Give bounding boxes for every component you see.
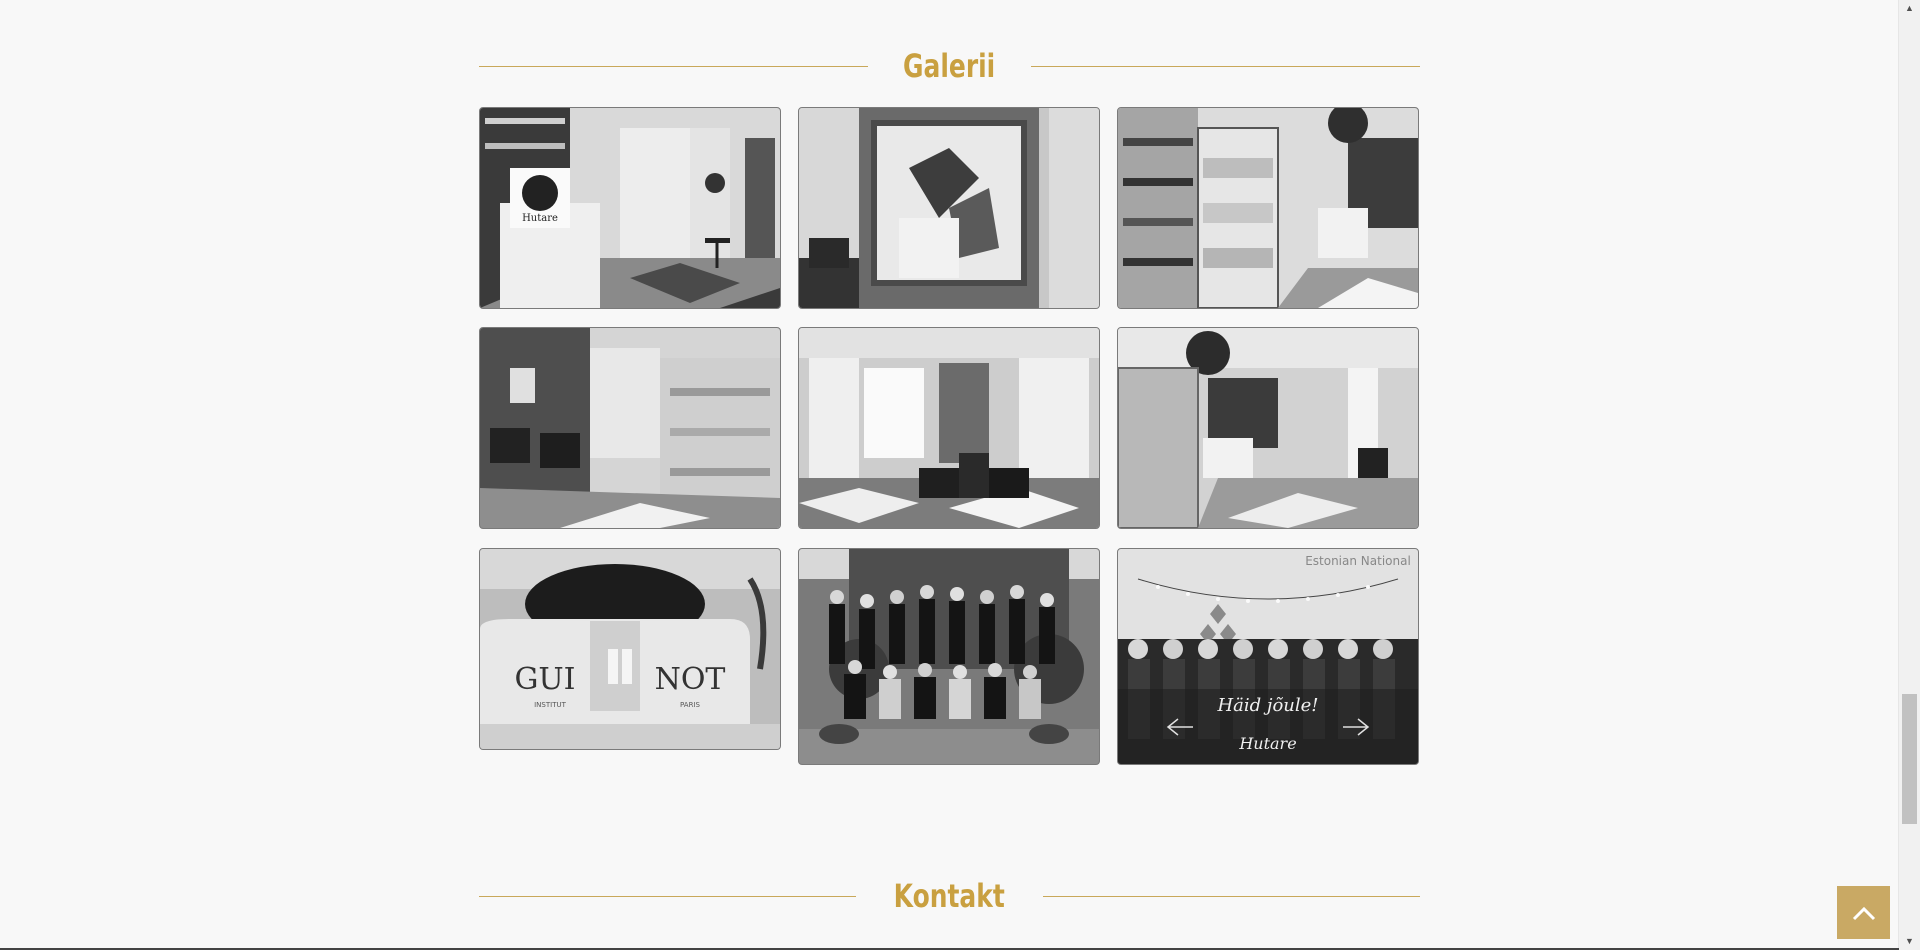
salon-mirror-photo: [799, 108, 1099, 308]
salon-interior-wide-photo: [1118, 328, 1418, 528]
scroll-up-icon[interactable]: ▲: [1899, 0, 1920, 17]
svg-text:NOT: NOT: [655, 662, 726, 697]
guinot-device-photo: GUI NOT INSTITUT PARIS: [480, 549, 780, 749]
gallery-heading: Galerii: [479, 46, 1420, 86]
gallery-item-4[interactable]: [479, 327, 781, 529]
staff-group-garden-photo: [799, 549, 1099, 764]
gallery-item-3[interactable]: [1117, 107, 1419, 309]
svg-text:Estonian National: Estonian National: [1305, 554, 1411, 568]
gallery-item-5[interactable]: [798, 327, 1100, 529]
svg-text:Häid jõule!: Häid jõule!: [1216, 695, 1318, 716]
gallery-item-1[interactable]: Hutare: [479, 107, 781, 309]
salon-reception-photo: Hutare: [480, 108, 780, 308]
gallery-item-2[interactable]: [798, 107, 1100, 309]
chevron-up-icon: [1852, 906, 1875, 920]
gallery-title: Galerii: [903, 47, 996, 85]
gallery-item-9[interactable]: Estonian National Häid jõule! Hutare: [1117, 548, 1419, 765]
gallery-item-6[interactable]: [1117, 327, 1419, 529]
svg-text:INSTITUT: INSTITUT: [534, 701, 566, 709]
heading-rule-right: [1042, 895, 1420, 897]
gallery-item-7[interactable]: GUI NOT INSTITUT PARIS: [479, 548, 781, 750]
salon-wash-area-photo: [480, 328, 780, 528]
vertical-scrollbar[interactable]: ▲ ▼: [1898, 0, 1920, 950]
heading-rule-right: [1030, 65, 1420, 67]
svg-text:PARIS: PARIS: [680, 701, 700, 709]
salon-styling-chairs-photo: [799, 328, 1099, 528]
heading-rule-left: [479, 65, 869, 67]
heading-rule-left: [479, 895, 857, 897]
scrollbar-thumb[interactable]: [1902, 694, 1917, 824]
back-to-top-button[interactable]: [1837, 886, 1890, 939]
contact-title: Kontakt: [893, 877, 1006, 915]
salon-product-shelves-photo: [1118, 108, 1418, 308]
svg-text:Hutare: Hutare: [522, 213, 558, 224]
svg-text:Hutare: Hutare: [1238, 734, 1296, 753]
christmas-greeting-photo: Estonian National Häid jõule! Hutare: [1118, 549, 1418, 764]
svg-text:GUI: GUI: [514, 662, 575, 697]
gallery-item-8[interactable]: [798, 548, 1100, 765]
contact-heading: Kontakt: [479, 876, 1420, 916]
scroll-down-icon[interactable]: ▼: [1899, 933, 1920, 950]
